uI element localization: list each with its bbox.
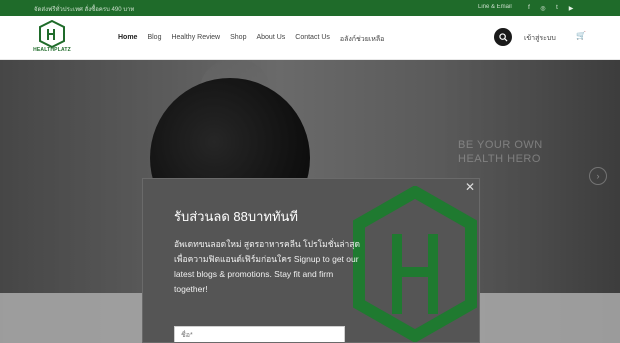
popup-description: อัพเดทขนลอดใหม่ สูตรอาหารคลีน โปรโมชั่นล…	[174, 239, 361, 294]
site-logo[interactable]: HEALTHPLATZ	[32, 19, 72, 58]
nav-home[interactable]: Home	[118, 32, 137, 47]
site-header: HEALTHPLATZ Home Blog Healthy Review Sho…	[0, 16, 620, 60]
name-input[interactable]	[174, 326, 345, 342]
login-link[interactable]: เข้าสู่ระบบ	[524, 33, 556, 44]
twitter-icon[interactable]: t	[552, 3, 562, 13]
nav-contact-us[interactable]: Contact Us	[295, 32, 330, 47]
instagram-icon[interactable]: ◎	[538, 3, 548, 13]
main-nav: Home Blog Healthy Review Shop About Us C…	[118, 32, 394, 47]
nav-shop[interactable]: Shop	[230, 32, 246, 47]
search-icon	[498, 32, 508, 42]
cart-icon[interactable]: 🛒	[576, 31, 586, 40]
signup-popup: ✕ รับส่วนลด 88บาททันที อัพเดทขนลอดใหม่ ส…	[142, 178, 480, 343]
nav-about-us[interactable]: About Us	[256, 32, 285, 47]
nav-blog[interactable]: Blog	[147, 32, 161, 47]
search-button[interactable]	[494, 28, 512, 46]
logo-hexagon-icon	[39, 19, 65, 49]
close-icon[interactable]: ✕	[465, 180, 475, 194]
popup-logo-icon	[353, 186, 477, 342]
nav-healthy-review[interactable]: Healthy Review	[171, 32, 220, 47]
top-announcement-bar: จัดส่งฟรีทั่วประเทศ สั่งซื้อครบ 490 บาท …	[0, 0, 620, 16]
popup-title: รับส่วนลด 88บาททันที	[174, 209, 298, 224]
contact-link[interactable]: Line & Email	[478, 4, 512, 10]
brand-name: HEALTHPLATZ	[33, 47, 71, 53]
facebook-icon[interactable]: f	[524, 3, 534, 13]
youtube-icon[interactable]: ▶	[566, 3, 576, 13]
announcement-text: จัดส่งฟรีทั่วประเทศ สั่งซื้อครบ 490 บาท	[34, 7, 135, 13]
nav-help[interactable]: อลังก์ช่วยเหลือ	[340, 32, 384, 47]
